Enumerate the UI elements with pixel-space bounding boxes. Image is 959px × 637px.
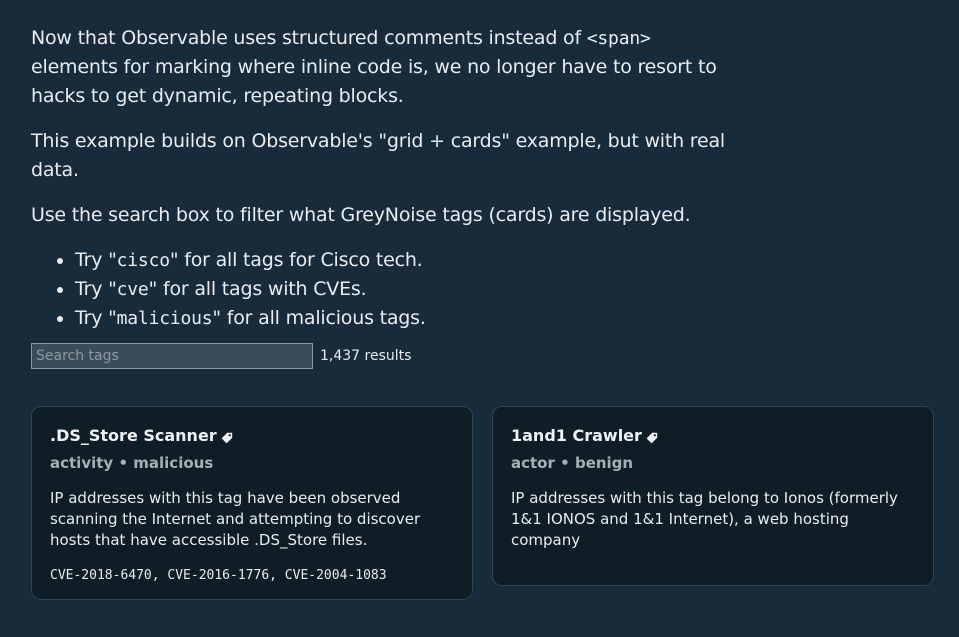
- card-description: IP addresses with this tag belong to Ion…: [511, 489, 898, 549]
- tip-suffix: " for all tags for Cisco tech.: [169, 249, 423, 271]
- card-title-text: 1and1 Crawler: [511, 425, 642, 445]
- tip-code: malicious: [116, 308, 213, 329]
- card-title-text: .DS_Store Scanner: [50, 425, 217, 445]
- tip-prefix: Try ": [75, 249, 117, 271]
- tip-item: Try "cisco" for all tags for Cisco tech.: [75, 246, 959, 275]
- tip-item: Try "malicious" for all malicious tags.: [75, 304, 959, 333]
- tip-prefix: Try ": [75, 307, 117, 329]
- card-category: activity: [50, 454, 114, 472]
- tag-card: 1and1 Crawler actor • benign IP addresse…: [492, 406, 934, 586]
- tip-item: Try "cve" for all tags with CVEs.: [75, 275, 959, 304]
- tip-suffix: " for all tags with CVEs.: [148, 278, 367, 300]
- card-intention: benign: [574, 454, 634, 472]
- search-input[interactable]: [31, 343, 313, 369]
- card-meta: actor • benign: [511, 454, 915, 472]
- intro-text: Now that Observable uses structured comm…: [31, 27, 587, 49]
- card-intention: malicious: [133, 454, 214, 472]
- cards-grid: .DS_Store Scanner activity • malicious I…: [31, 406, 935, 600]
- tip-code: cve: [116, 279, 149, 300]
- tip-prefix: Try ": [75, 278, 117, 300]
- tag-card: .DS_Store Scanner activity • malicious I…: [31, 406, 473, 600]
- tip-suffix: " for all malicious tags.: [212, 307, 426, 329]
- meta-separator: •: [560, 454, 570, 472]
- intro-text: elements for marking where inline code i…: [31, 56, 717, 107]
- tips-list: Try "cisco" for all tags for Cisco tech.…: [31, 246, 959, 333]
- tag-icon: [221, 429, 233, 444]
- card-category: actor: [511, 454, 555, 472]
- tip-code: cisco: [116, 250, 170, 271]
- intro-paragraph-3: Use the search box to filter what GreyNo…: [31, 204, 691, 226]
- card-cves: CVE-2018-6470, CVE-2016-1776, CVE-2004-1…: [50, 568, 387, 583]
- card-description: IP addresses with this tag have been obs…: [50, 489, 421, 549]
- search-row: 1,437 results: [31, 343, 959, 369]
- card-meta: activity • malicious: [50, 454, 454, 472]
- card-title: 1and1 Crawler: [511, 424, 915, 446]
- inline-code: <span>: [586, 28, 651, 49]
- tag-icon: [646, 429, 658, 444]
- meta-separator: •: [118, 454, 129, 472]
- intro-paragraph-2: This example builds on Observable's "gri…: [31, 130, 726, 181]
- results-count: 1,437 results: [320, 348, 412, 364]
- intro-paragraph-1: Now that Observable uses structured comm…: [31, 24, 731, 111]
- card-title: .DS_Store Scanner: [50, 424, 454, 446]
